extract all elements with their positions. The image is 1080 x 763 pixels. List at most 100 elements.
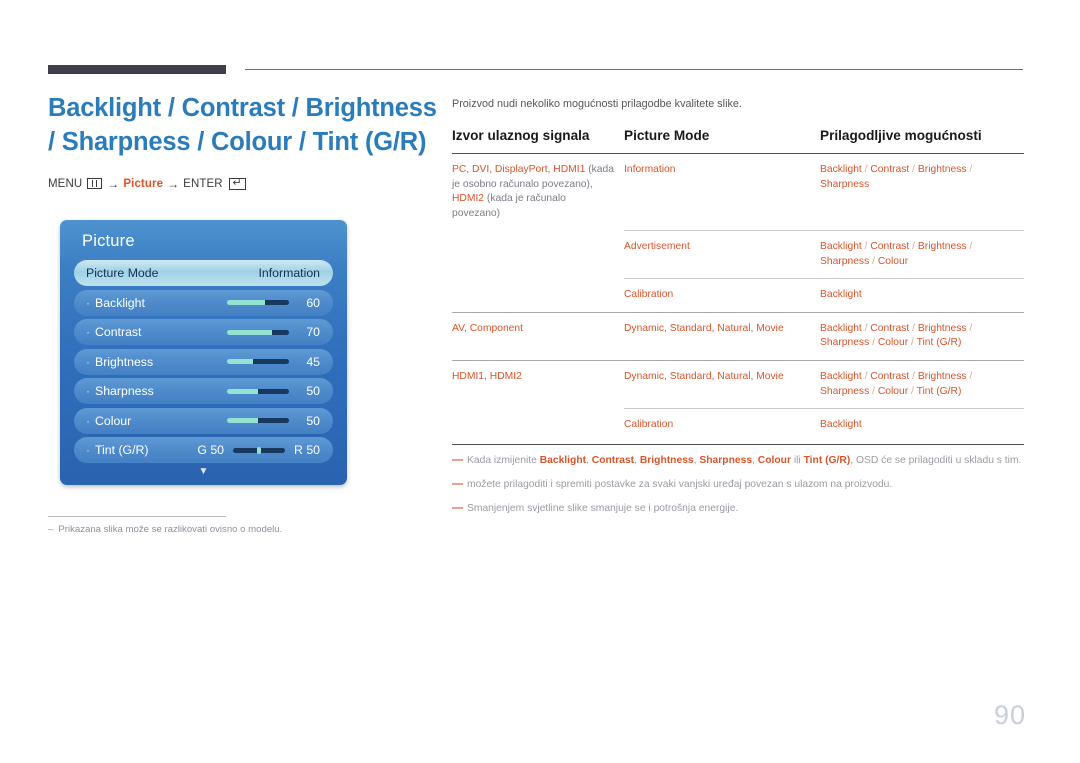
enter-key-glyph: ↵ [232, 177, 242, 190]
slider-track-remaining [253, 359, 289, 364]
cell-adjustable-options: Backlight [820, 408, 1024, 442]
slider-track-remaining [258, 388, 289, 394]
option-item: Brightness [917, 370, 967, 382]
column-header-source: Izvor ulaznog signala [452, 128, 590, 143]
osd-slider-colour[interactable] [227, 418, 289, 423]
footnote-item: — možete prilagoditi i spremiti postavke … [452, 478, 1024, 492]
cell-adjustable-options: Backlight / Contrast / Brightness / Shar… [820, 311, 1024, 361]
bullet-icon: · [86, 384, 90, 398]
option-item: Contrast [870, 370, 910, 382]
bullet-icon: · [86, 295, 90, 310]
osd-row-list: Picture Mode Information · Backlight 60 · Cont… [60, 251, 347, 463]
osd-value-tint: R 50 [294, 443, 320, 457]
header-rule-thick [48, 65, 226, 74]
footnote-text: Kada izmijenite Backlight, Contrast, Bri… [467, 454, 1021, 468]
osd-slider-backlight[interactable] [227, 300, 289, 305]
table-row: Advertisement Backlight / Contrast / Brig… [452, 229, 1024, 279]
cell-picture-mode: Dynamic, Standard, Natural, Movie [624, 311, 820, 361]
footnote-item: — Smanjenjem svjetline slike smanjuje se … [452, 502, 1024, 516]
footnote-text: Smanjenjem svjetline slike smanjuje se i… [467, 502, 738, 516]
osd-label-tint: · Tint (G/R) [86, 443, 149, 457]
page-title: Backlight / Contrast / Brightness / Shar… [48, 94, 437, 156]
osd-row-backlight[interactable]: · Backlight 60 [74, 289, 333, 316]
enter-label: ENTER [183, 177, 223, 190]
footnote-accent-term: Tint (G/R) [803, 455, 851, 467]
osd-tint-green-value: G 50 [197, 443, 225, 457]
table-bottom-rule [452, 443, 1024, 446]
menu-bars-icon [87, 178, 103, 190]
option-separator: / [909, 322, 918, 334]
option-item: Tint (G/R) [916, 337, 962, 349]
page-number: 90 [993, 700, 1026, 730]
cell-input-source [452, 409, 624, 442]
bullet-icon: · [86, 354, 90, 369]
slider-track-filled [227, 388, 258, 394]
footnote-accent-term: Contrast [591, 455, 635, 467]
table-row: PC, DVI, DisplayPort, HDMI1 (kada je oso… [452, 154, 1024, 231]
cell-input-source: AV, Component [452, 311, 624, 361]
footnote-dash-icon: — [452, 454, 463, 467]
osd-slider-contrast[interactable] [227, 329, 289, 335]
cell-adjustable-options: Backlight / Contrast / Brightness / Shar… [820, 154, 1024, 231]
osd-row-contrast[interactable]: · Contrast 70 [74, 319, 333, 345]
osd-slider-sharpness[interactable] [227, 388, 289, 394]
header-rule-thin [245, 69, 1023, 70]
osd-slider-tint[interactable] [233, 446, 286, 454]
option-separator: / [908, 385, 917, 397]
osd-row-colour[interactable]: · Colour 50 [74, 407, 333, 434]
footnote-plain-text: Smanjenjem svjetline slike smanjuje se i… [467, 503, 739, 515]
osd-value-picture-mode: Information [258, 266, 320, 280]
cell-input-source: HDMI1, HDMI2 [452, 359, 624, 409]
cell-input-source: PC, DVI, DisplayPort, HDMI1 (kada je oso… [452, 154, 624, 231]
osd-value-colour: 50 [306, 413, 320, 428]
option-separator: / [869, 255, 878, 267]
option-item: Brightness [917, 164, 967, 175]
cell-adjustable-options: Backlight [820, 278, 1024, 313]
option-item: Colour [877, 385, 909, 397]
osd-row-brightness[interactable]: · Brightness 45 [74, 348, 333, 375]
option-item: Colour [877, 337, 909, 349]
cell-picture-mode: Calibration [624, 278, 820, 313]
option-separator: / [966, 322, 973, 334]
option-item: Sharpness [820, 255, 870, 267]
footnote-accent-term: Backlight [539, 455, 587, 467]
osd-picture-menu[interactable]: Picture Picture Mode Information · Backligh… [60, 220, 347, 485]
footnote-plain-text: možete prilagoditi i spremiti postavke z… [467, 479, 893, 491]
slider-track-filled [227, 359, 254, 364]
osd-slider-brightness[interactable] [227, 359, 289, 364]
footnote-text: možete prilagoditi i spremiti postavke z… [467, 478, 892, 492]
option-item: Backlight [820, 322, 862, 334]
osd-value-contrast: 70 [306, 325, 320, 339]
cell-picture-mode: Dynamic, Standard, Natural, Movie [624, 359, 820, 409]
cell-adjustable-options: Backlight / Contrast / Brightness / Shar… [820, 229, 1024, 279]
footnote-accent-term: Brightness [639, 455, 694, 467]
option-item: Contrast [870, 322, 910, 334]
menu-path-target[interactable]: Picture [123, 178, 163, 190]
footnote-plain-text: Kada izmijenite [467, 455, 540, 467]
osd-label-backlight: · Backlight [86, 295, 145, 310]
left-column: Backlight / Contrast / Brightness / Shar… [48, 92, 438, 191]
left-footnote-text: Prikazana slika može se razlikovati ovis… [58, 524, 283, 535]
source-secondary: HDMI2 [452, 193, 485, 205]
source-primary: HDMI1, HDMI2 [452, 370, 522, 382]
option-item: Backlight [820, 240, 862, 252]
option-item: Sharpness [820, 385, 870, 397]
option-separator: / [909, 370, 918, 382]
osd-row-sharpness[interactable]: · Sharpness 50 [74, 378, 333, 404]
intro-text: Proizvod nudi nekoliko mogućnosti prilag… [452, 98, 742, 110]
option-item: Sharpness [820, 178, 870, 190]
slider-knob [257, 446, 262, 454]
option-separator: / [909, 164, 918, 175]
option-separator: / [966, 370, 973, 382]
chevron-down-icon[interactable]: ▼ [60, 466, 347, 477]
osd-value-backlight: 60 [306, 295, 320, 310]
menu-navigation-path: MENU → Picture → ENTER ↵ [48, 177, 438, 191]
osd-row-picture-mode[interactable]: Picture Mode Information [74, 260, 333, 286]
table-row: Calibration Backlight [452, 408, 1024, 442]
cell-adjustable-options: Backlight / Contrast / Brightness / Shar… [820, 359, 1024, 409]
slider-track-remaining [258, 418, 289, 423]
slider-track-filled [227, 418, 258, 423]
cell-input-source [452, 279, 624, 313]
osd-row-tint[interactable]: · Tint (G/R) G 50 R 50 [74, 437, 333, 463]
footnote-dash-icon: — [452, 478, 463, 491]
